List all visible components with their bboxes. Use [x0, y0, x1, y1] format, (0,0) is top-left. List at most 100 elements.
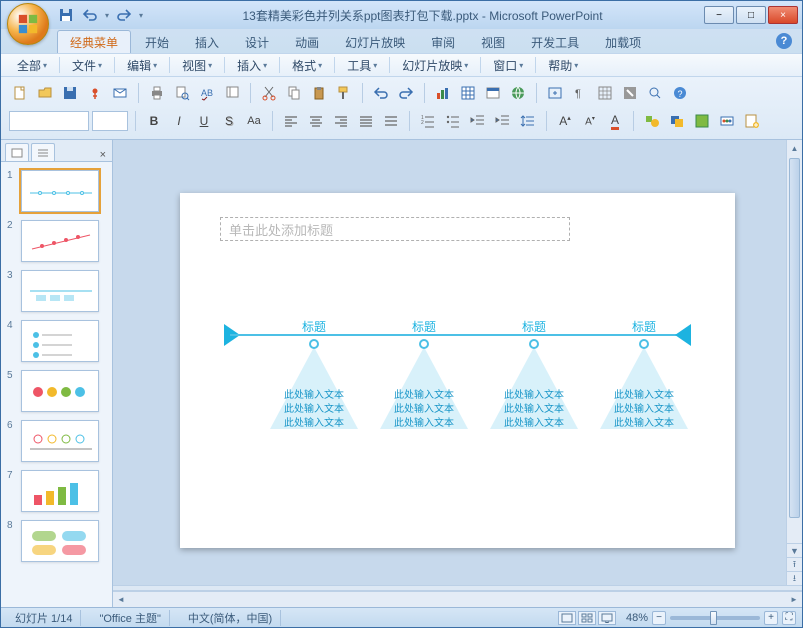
zoom-in-button[interactable]: + — [764, 611, 778, 625]
insert-chart-button[interactable] — [432, 82, 454, 104]
tables-button[interactable] — [482, 82, 504, 104]
quick-styles-button[interactable] — [691, 110, 713, 132]
bullets-button[interactable] — [442, 110, 464, 132]
spelling-button[interactable]: AB — [196, 82, 218, 104]
office-button[interactable] — [7, 3, 49, 45]
grid-button[interactable] — [594, 82, 616, 104]
vertical-scrollbar[interactable]: ▲ ▼ ⭱ ⭳ — [786, 140, 802, 585]
scrollbar-thumb[interactable] — [789, 158, 800, 518]
tab-classic-menu[interactable]: 经典菜单 — [57, 30, 131, 53]
decrease-font-button[interactable]: A▾ — [579, 110, 601, 132]
autoshape-button[interactable] — [641, 110, 663, 132]
italic-button[interactable]: I — [168, 110, 190, 132]
close-pane-button[interactable]: × — [100, 149, 106, 161]
undo-tb-button[interactable] — [370, 82, 392, 104]
font-name-combo[interactable] — [9, 111, 89, 131]
line-spacing-button[interactable] — [517, 110, 539, 132]
zoom-percent[interactable]: 48% — [626, 612, 648, 624]
numbering-button[interactable]: 12 — [417, 110, 439, 132]
redo-button[interactable] — [115, 6, 133, 24]
maximize-button[interactable]: □ — [736, 6, 766, 24]
menu-insert[interactable]: 插入▾ — [229, 55, 275, 76]
undo-dropdown[interactable]: ▾ — [105, 11, 109, 20]
color-button[interactable] — [619, 82, 641, 104]
slide-canvas[interactable]: 单击此处添加标题 标题 此处输入文本此处输入文本此处输入文本 标题 — [180, 193, 735, 548]
menu-slideshow[interactable]: 幻灯片放映▾ — [394, 55, 476, 76]
thumbnail-3[interactable]: 3 — [1, 268, 112, 318]
new-slide-button[interactable] — [741, 110, 763, 132]
menu-view[interactable]: 视图▾ — [174, 55, 220, 76]
print-preview-button[interactable] — [171, 82, 193, 104]
justify-button[interactable] — [355, 110, 377, 132]
font-size-combo[interactable] — [92, 111, 128, 131]
expand-button[interactable] — [544, 82, 566, 104]
underline-button[interactable]: U — [193, 110, 215, 132]
slideshow-view-button[interactable] — [598, 611, 616, 625]
tab-developer[interactable]: 开发工具 — [519, 31, 591, 53]
zoom-slider[interactable] — [670, 616, 760, 620]
cut-button[interactable] — [258, 82, 280, 104]
save-button[interactable] — [57, 6, 75, 24]
thumbnail-1[interactable]: 1 — [1, 168, 112, 218]
scroll-left-button[interactable]: ◄ — [113, 592, 129, 607]
research-button[interactable] — [221, 82, 243, 104]
tab-view[interactable]: 视图 — [469, 31, 517, 53]
next-slide-button[interactable]: ⭳ — [787, 571, 802, 585]
tab-home[interactable]: 开始 — [133, 31, 181, 53]
theme-name[interactable]: "Office 主题" — [91, 610, 169, 626]
scroll-up-button[interactable]: ▲ — [787, 140, 802, 156]
node-1[interactable]: 标题 此处输入文本此处输入文本此处输入文本 — [270, 318, 358, 431]
thumbnail-5[interactable]: 5 — [1, 368, 112, 418]
menu-file[interactable]: 文件▾ — [64, 55, 110, 76]
arrange-button[interactable] — [666, 110, 688, 132]
menu-all[interactable]: 全部▾ — [9, 55, 55, 76]
bold-button[interactable]: B — [143, 110, 165, 132]
minimize-button[interactable]: − — [704, 6, 734, 24]
shadow-button[interactable]: S — [218, 110, 240, 132]
font-color-button[interactable]: A — [604, 110, 626, 132]
thumbnail-2[interactable]: 2 — [1, 218, 112, 268]
insert-hyperlink-button[interactable] — [507, 82, 529, 104]
undo-button[interactable] — [81, 6, 99, 24]
tab-insert[interactable]: 插入 — [183, 31, 231, 53]
slide-canvas-area[interactable]: 单击此处添加标题 标题 此处输入文本此处输入文本此处输入文本 标题 — [113, 140, 802, 585]
prev-slide-button[interactable]: ⭱ — [787, 557, 802, 571]
tab-slideshow[interactable]: 幻灯片放映 — [333, 31, 417, 53]
design-button[interactable] — [716, 110, 738, 132]
thumbnail-8[interactable]: 8 — [1, 518, 112, 568]
scroll-down-button[interactable]: ▼ — [787, 543, 802, 557]
format-painter-button[interactable] — [333, 82, 355, 104]
thumbnail-7[interactable]: 7 — [1, 468, 112, 518]
zoom-out-button[interactable]: − — [652, 611, 666, 625]
save-button-tb[interactable] — [59, 82, 81, 104]
align-left-button[interactable] — [280, 110, 302, 132]
menu-help[interactable]: 帮助▾ — [540, 55, 586, 76]
outline-tab[interactable] — [31, 143, 55, 161]
menu-tools[interactable]: 工具▾ — [339, 55, 385, 76]
tab-animations[interactable]: 动画 — [283, 31, 331, 53]
decrease-indent-button[interactable] — [467, 110, 489, 132]
slides-tab[interactable] — [5, 143, 29, 161]
horizontal-scrollbar[interactable]: ◄ ► — [113, 591, 802, 607]
open-button[interactable] — [34, 82, 56, 104]
align-right-button[interactable] — [330, 110, 352, 132]
help-tb-button[interactable]: ? — [669, 82, 691, 104]
thumbnail-6[interactable]: 6 — [1, 418, 112, 468]
tab-design[interactable]: 设计 — [233, 31, 281, 53]
copy-button[interactable] — [283, 82, 305, 104]
email-button[interactable] — [109, 82, 131, 104]
permission-button[interactable] — [84, 82, 106, 104]
scroll-right-button[interactable]: ► — [786, 592, 802, 607]
redo-tb-button[interactable] — [395, 82, 417, 104]
increase-font-button[interactable]: A▴ — [554, 110, 576, 132]
insert-table-button[interactable] — [457, 82, 479, 104]
tab-review[interactable]: 审阅 — [419, 31, 467, 53]
print-button[interactable] — [146, 82, 168, 104]
change-case-button[interactable]: Aa — [243, 110, 265, 132]
slide-counter[interactable]: 幻灯片 1/14 — [7, 610, 81, 626]
thumbnail-list[interactable]: 1 2 3 4 5 6 7 8 — [1, 162, 112, 607]
normal-view-button[interactable] — [558, 611, 576, 625]
menu-window[interactable]: 窗口▾ — [485, 55, 531, 76]
zoom-dropdown[interactable] — [644, 82, 666, 104]
show-format-button[interactable]: ¶ — [569, 82, 591, 104]
